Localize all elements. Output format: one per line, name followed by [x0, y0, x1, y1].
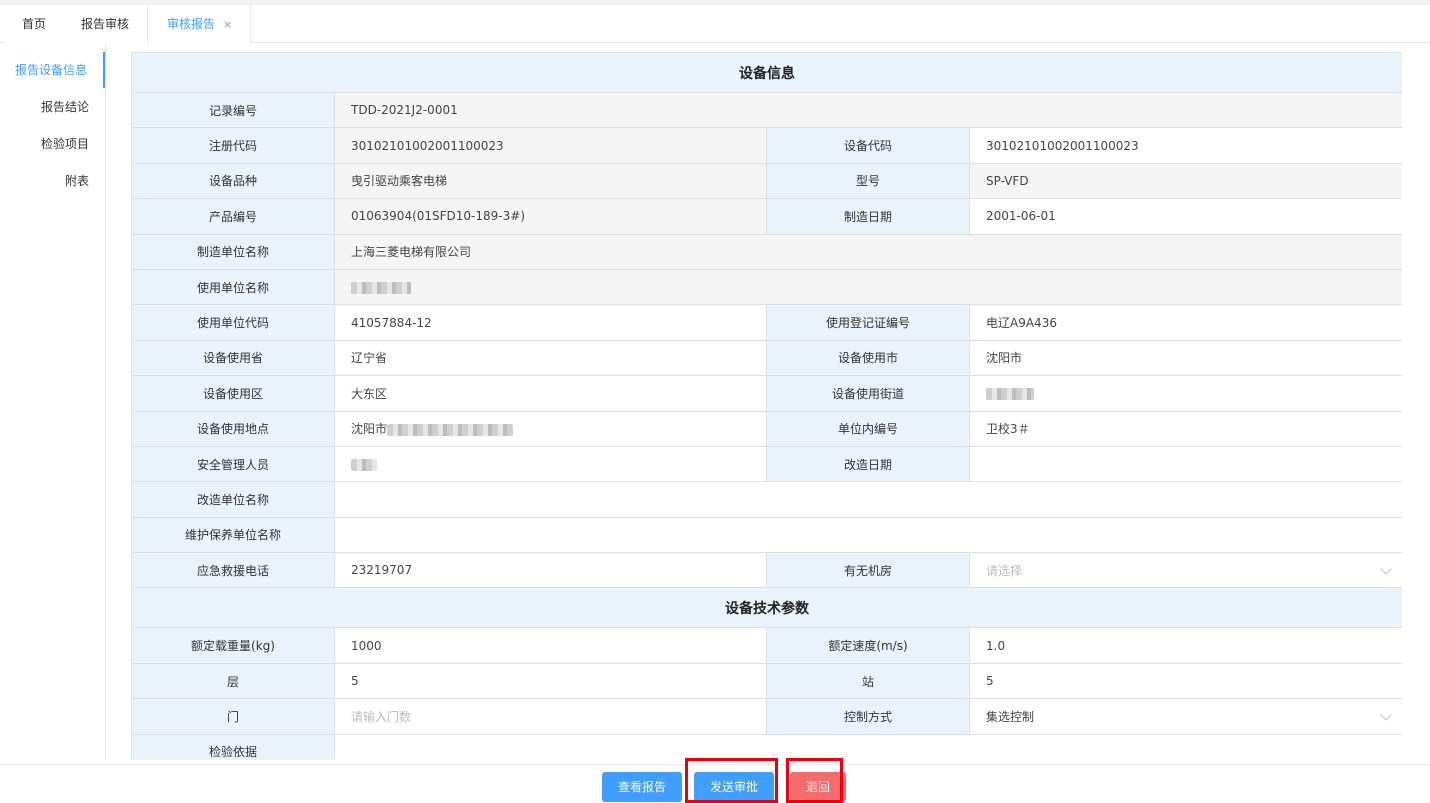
maker-label: 制造单位名称 — [131, 233, 335, 270]
inner-no-field[interactable]: 卫校3＃ — [969, 410, 1402, 447]
close-icon[interactable]: × — [223, 18, 232, 31]
product-no-value: 01063904(01SFD10-189-3#) — [334, 198, 767, 235]
redacted-text — [387, 423, 514, 436]
tab-home[interactable]: 首页 — [4, 5, 66, 43]
location-prefix: 沈阳市 — [351, 422, 388, 437]
city-label: 设备使用市 — [766, 339, 970, 377]
reg-cert-label: 使用登记证编号 — [766, 304, 970, 341]
chevron-down-icon — [1380, 709, 1392, 722]
section-title-device-info: 设备信息 — [131, 52, 1402, 93]
machine-room-label: 有无机房 — [766, 552, 970, 589]
location-label: 设备使用地点 — [131, 410, 335, 447]
rescue-phone-label: 应急救援电话 — [131, 552, 335, 589]
safety-mgr-label: 安全管理人员 — [131, 445, 335, 483]
reg-code-label: 注册代码 — [131, 127, 335, 164]
view-report-button[interactable]: 查看报告 — [602, 772, 683, 802]
tab-review-report-label: 审核报告 — [167, 17, 216, 31]
tab-report-review[interactable]: 报告审核 — [63, 5, 149, 43]
stations-field[interactable]: 5 — [969, 662, 1402, 700]
modify-unit-field[interactable] — [334, 481, 1402, 518]
machine-room-placeholder: 请选择 — [986, 563, 1023, 578]
rescue-phone-field[interactable]: 23219707 — [334, 552, 767, 589]
variety-value: 曳引驱动乘客电梯 — [334, 162, 767, 200]
mfg-date-field[interactable]: 2001-06-01 — [969, 198, 1402, 235]
safety-mgr-field[interactable] — [334, 445, 767, 483]
street-label: 设备使用街道 — [766, 375, 970, 412]
sidebar-item-conclusion[interactable]: 报告结论 — [0, 89, 105, 125]
tab-bar: 首页 报告审核 审核报告 × — [0, 0, 1430, 43]
modify-date-label: 改造日期 — [766, 445, 970, 483]
doors-label: 门 — [131, 698, 335, 735]
mfg-date-label: 制造日期 — [766, 198, 970, 235]
machine-room-select[interactable]: 请选择 — [969, 552, 1402, 589]
tab-review-report[interactable]: 审核报告 × — [149, 5, 252, 43]
reg-code-value: 30102101002001100023 — [334, 127, 767, 164]
sidebar-item-appendix[interactable]: 附表 — [0, 163, 105, 199]
maint-unit-label: 维护保养单位名称 — [131, 516, 335, 554]
floors-field[interactable]: 5 — [334, 662, 767, 700]
rated-speed-label: 额定速度(m/s) — [766, 627, 970, 664]
user-code-field[interactable]: 41057884-12 — [334, 304, 767, 341]
redacted-text — [351, 281, 411, 294]
district-field[interactable]: 大东区 — [334, 375, 767, 412]
maker-value: 上海三菱电梯有限公司 — [334, 233, 1402, 270]
user-code-label: 使用单位代码 — [131, 304, 335, 341]
model-label: 型号 — [766, 162, 970, 200]
record-no-label: 记录编号 — [131, 91, 335, 129]
product-no-label: 产品编号 — [131, 198, 335, 235]
province-label: 设备使用省 — [131, 339, 335, 377]
user-name-value — [334, 268, 1402, 306]
control-select[interactable]: 集选控制 — [969, 698, 1402, 735]
device-code-field[interactable]: 30102101002001100023 — [969, 127, 1402, 164]
device-info-table: 设备信息 记录编号 TDD-2021J2-0001 注册代码 301021010… — [131, 52, 1402, 760]
rated-load-field[interactable]: 1000 — [334, 627, 767, 664]
floors-label: 层 — [131, 662, 335, 700]
stations-label: 站 — [766, 662, 970, 700]
street-field[interactable] — [969, 375, 1402, 412]
return-button[interactable]: 退回 — [790, 772, 847, 802]
send-review-button[interactable]: 发送审批 — [694, 772, 775, 802]
basis-field[interactable] — [334, 733, 1402, 760]
basis-label: 检验依据 — [131, 733, 335, 760]
doors-field[interactable]: 请输入门数 — [334, 698, 767, 735]
doors-placeholder: 请输入门数 — [351, 709, 412, 724]
modify-unit-label: 改造单位名称 — [131, 481, 335, 518]
sidebar: 报告设备信息 报告结论 检验项目 附表 — [0, 44, 106, 760]
location-field[interactable]: 沈阳市 — [334, 410, 767, 447]
control-label: 控制方式 — [766, 698, 970, 735]
inner-no-label: 单位内编号 — [766, 410, 970, 447]
rated-load-label: 额定载重量(kg) — [131, 627, 335, 664]
action-footer: 查看报告 发送审批 退回 — [0, 758, 1430, 803]
reg-cert-field[interactable]: 电辽A9A436 — [969, 304, 1402, 341]
maint-unit-field[interactable] — [334, 516, 1402, 554]
modify-date-field[interactable] — [969, 445, 1402, 483]
user-name-label: 使用单位名称 — [131, 268, 335, 306]
redacted-text — [986, 387, 1034, 400]
record-no-value: TDD-2021J2-0001 — [334, 91, 1402, 129]
chevron-down-icon — [1380, 563, 1392, 575]
sidebar-item-inspection-items[interactable]: 检验项目 — [0, 126, 105, 162]
province-field[interactable]: 辽宁省 — [334, 339, 767, 377]
district-label: 设备使用区 — [131, 375, 335, 412]
device-code-label: 设备代码 — [766, 127, 970, 164]
rated-speed-field[interactable]: 1.0 — [969, 627, 1402, 664]
model-value: SP-VFD — [969, 162, 1402, 200]
redacted-text — [351, 458, 377, 471]
device-info-panel: 设备信息 记录编号 TDD-2021J2-0001 注册代码 301021010… — [131, 52, 1402, 760]
sidebar-item-device-info[interactable]: 报告设备信息 — [0, 52, 105, 88]
city-field[interactable]: 沈阳市 — [969, 339, 1402, 377]
control-value: 集选控制 — [986, 709, 1035, 724]
variety-label: 设备品种 — [131, 162, 335, 200]
section-title-tech-params: 设备技术参数 — [131, 587, 1402, 629]
